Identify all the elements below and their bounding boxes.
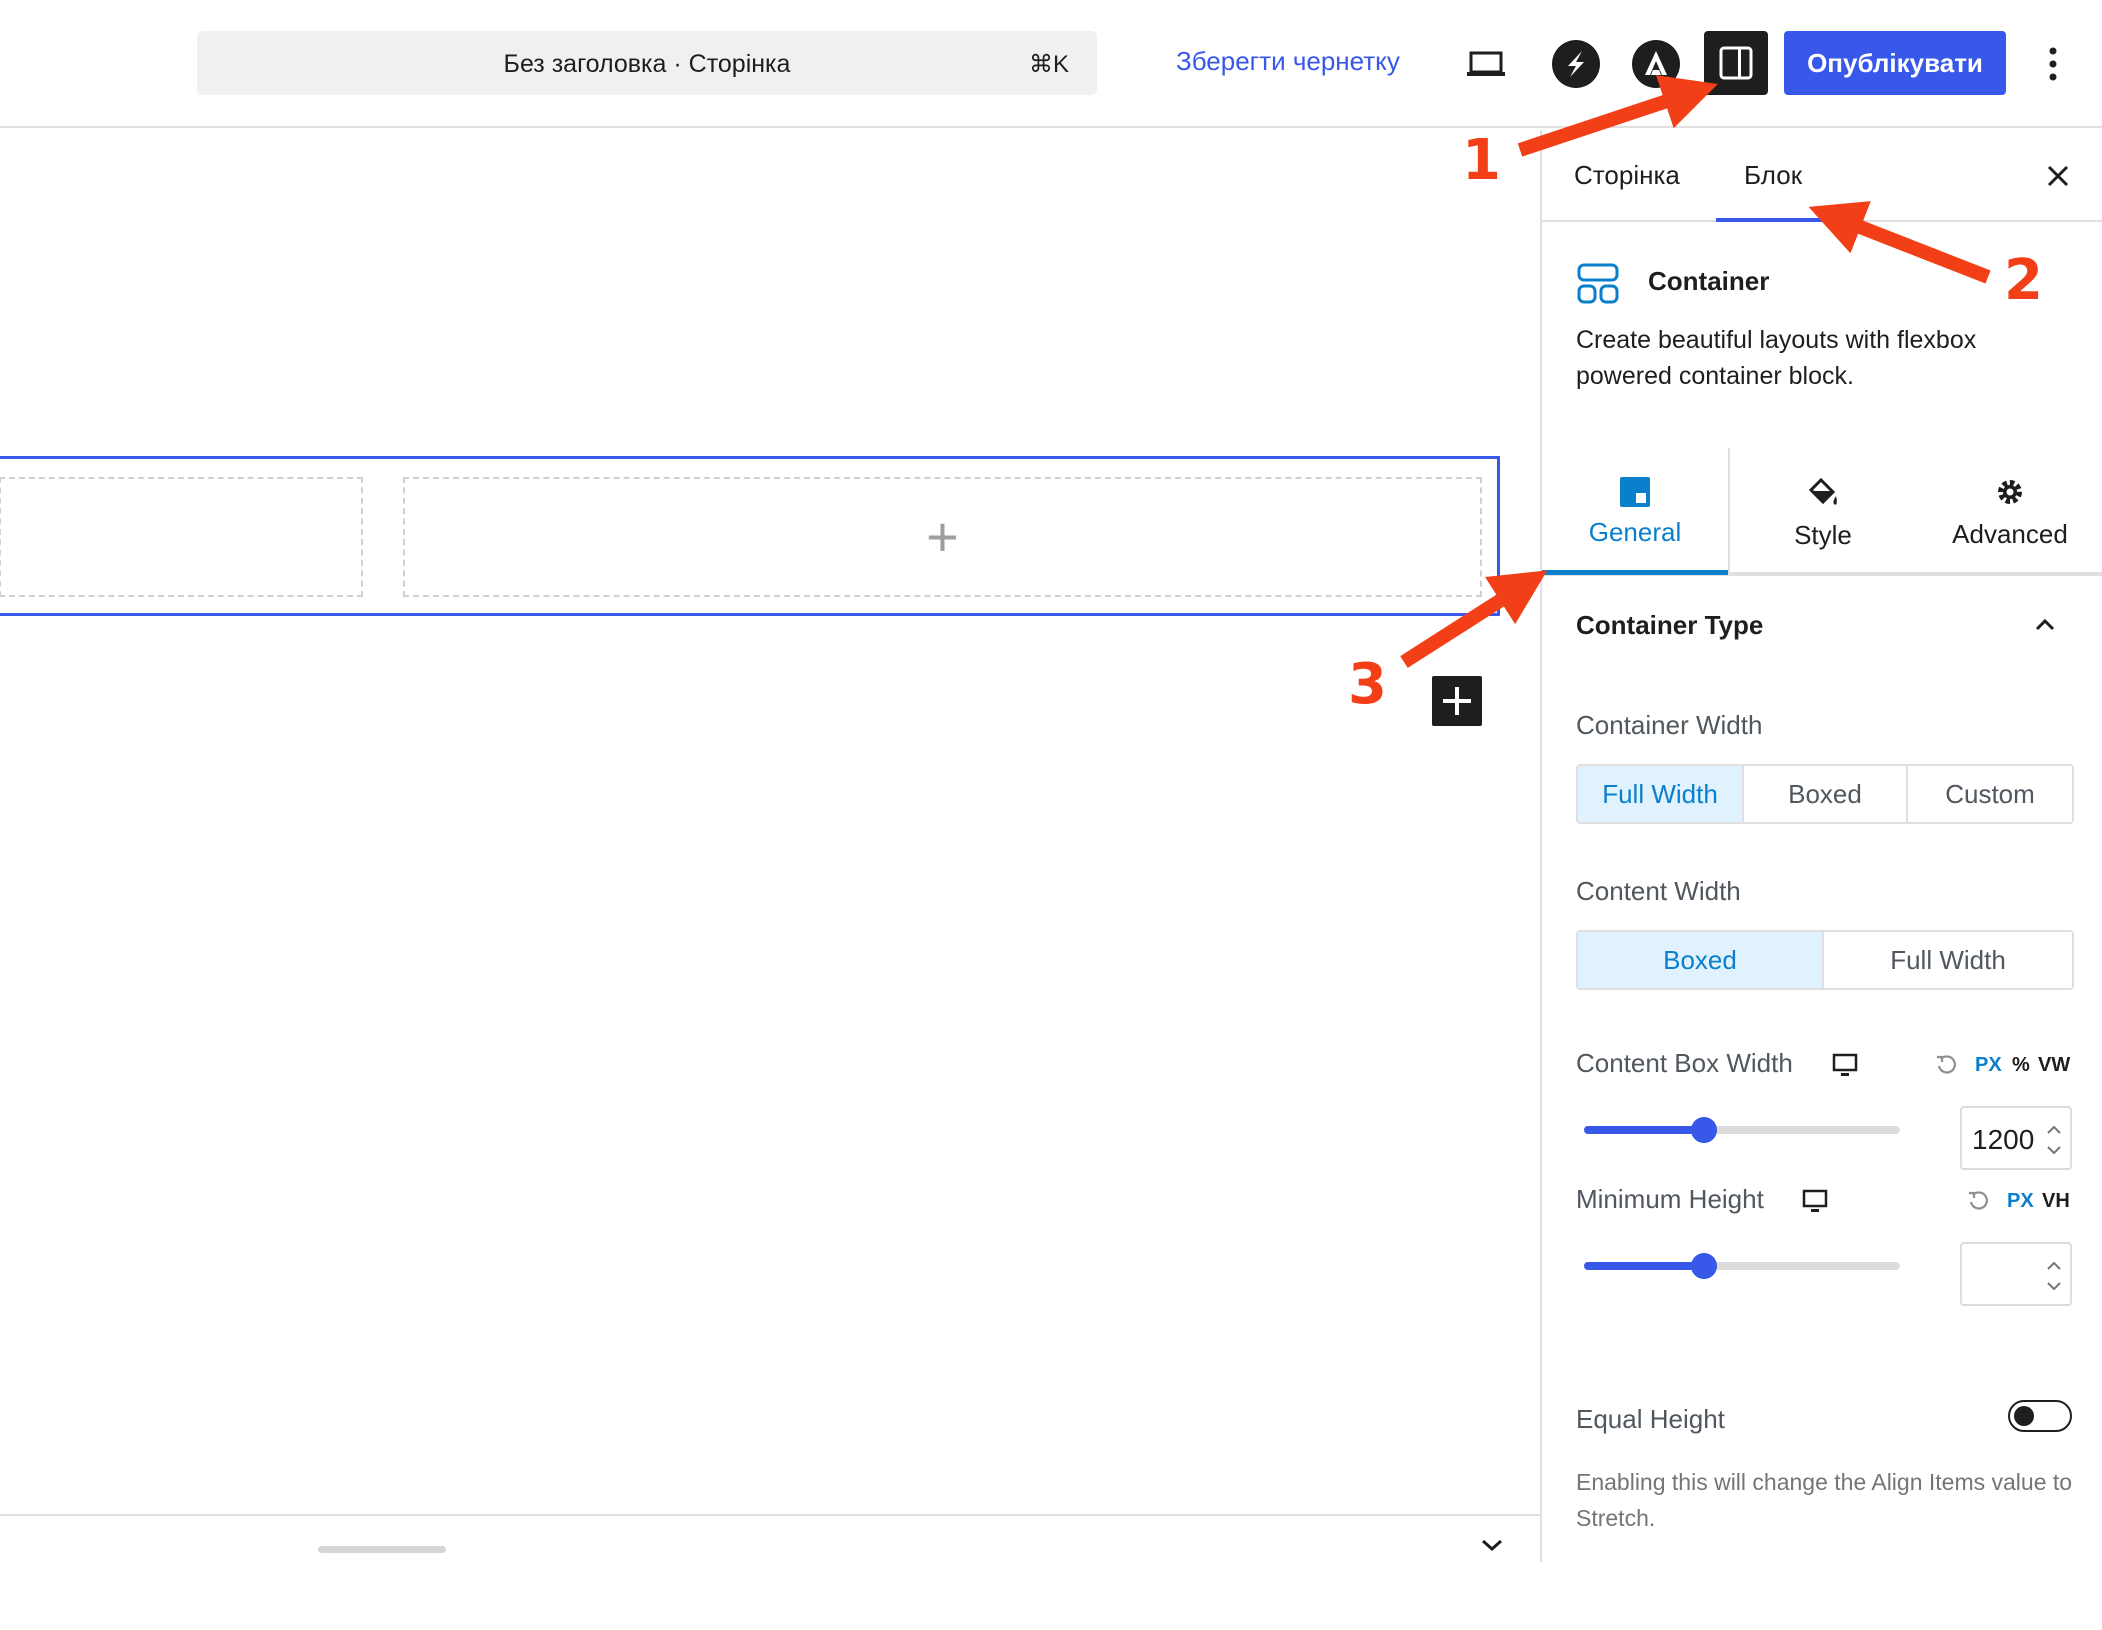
minimum-height-slider[interactable]: [1584, 1253, 1900, 1279]
slider-handle[interactable]: [1691, 1117, 1718, 1143]
inspector-tabs: General Style Advanced: [1542, 448, 2102, 576]
container-block[interactable]: +: [0, 456, 1500, 616]
laptop-preview-icon[interactable]: [1456, 34, 1516, 94]
slider-handle[interactable]: [1691, 1253, 1718, 1279]
unit-percent[interactable]: %: [2012, 1054, 2030, 1077]
editor-footer: [0, 1514, 1540, 1562]
tab-advanced[interactable]: Advanced: [1916, 448, 2102, 576]
block-title: Container: [1648, 266, 1770, 296]
sidebar-tabs: Сторінка Блок: [1542, 130, 2102, 222]
minimum-height-input[interactable]: [1960, 1242, 2072, 1306]
document-title[interactable]: Без заголовка · Сторінка: [197, 50, 1097, 79]
unit-px[interactable]: PX: [2007, 1190, 2034, 1213]
spinner-arrows-icon[interactable]: [2044, 1254, 2064, 1298]
slider-fill: [1584, 1262, 1705, 1270]
general-layout-icon: [1620, 476, 1650, 507]
editor-header: Без заголовка · Сторінка ⌘K Зберегти чер…: [0, 0, 2102, 128]
content-width-full[interactable]: Full Width: [1824, 932, 2072, 988]
content-box-width-label: Content Box Width: [1576, 1048, 1793, 1078]
container-width-group: Full Width Boxed Custom: [1576, 764, 2074, 824]
paint-bucket-icon: [1808, 477, 1837, 505]
resize-handle[interactable]: [318, 1546, 446, 1553]
editor-canvas[interactable]: +: [0, 130, 1540, 1514]
unit-vw[interactable]: VW: [2038, 1054, 2070, 1077]
settings-sidebar: Сторінка Блок Container Create beautiful…: [1540, 130, 2102, 1562]
content-width-boxed[interactable]: Boxed: [1578, 932, 1824, 988]
content-box-width-input[interactable]: 1200: [1960, 1106, 2072, 1170]
close-icon[interactable]: [2042, 160, 2074, 192]
slider-fill: [1584, 1126, 1705, 1134]
content-width-group: Boxed Full Width: [1576, 930, 2074, 990]
annotation-number-2: 2: [2004, 248, 2043, 313]
equal-height-toggle[interactable]: [2008, 1400, 2072, 1432]
gear-icon: [1998, 479, 2022, 504]
block-description: Create beautiful layouts with flexbox po…: [1576, 326, 1977, 390]
annotation-number-3: 3: [1348, 652, 1387, 717]
block-inserter-plus-icon[interactable]: +: [926, 509, 959, 565]
container-width-custom[interactable]: Custom: [1908, 766, 2072, 822]
tab-general[interactable]: General: [1542, 448, 1728, 576]
save-draft-button[interactable]: Зберегти чернетку: [1176, 46, 1400, 77]
desktop-icon[interactable]: [1832, 1052, 1858, 1078]
tab-style[interactable]: Style: [1730, 448, 1916, 576]
equal-height-label: Equal Height: [1576, 1404, 1725, 1434]
container-width-label: Container Width: [1576, 710, 1763, 740]
tab-advanced-label: Advanced: [1952, 518, 2068, 549]
annotation-number-1: 1: [1462, 128, 1501, 193]
toggle-knob: [2014, 1406, 2034, 1426]
content-box-width-value: 1200: [1972, 1124, 2035, 1155]
shortcut-hint: ⌘K: [1028, 51, 1069, 78]
sidebar-toggle-icon[interactable]: [1704, 31, 1768, 95]
unit-vh[interactable]: VH: [2042, 1190, 2070, 1213]
container-width-full[interactable]: Full Width: [1578, 766, 1744, 822]
equal-height-help: Enabling this will change the Align Item…: [1576, 1469, 2073, 1531]
tab-general-label: General: [1588, 516, 1682, 547]
content-box-width-slider[interactable]: [1584, 1117, 1900, 1143]
section-title[interactable]: Container Type: [1576, 610, 1763, 641]
reset-icon[interactable]: [1966, 1188, 1992, 1214]
unit-px[interactable]: PX: [1975, 1054, 2002, 1077]
command-palette-bar[interactable]: Без заголовка · Сторінка ⌘K: [197, 31, 1097, 95]
astra-icon[interactable]: [1626, 34, 1686, 94]
chevron-up-icon[interactable]: [2030, 610, 2060, 640]
content-width-label: Content Width: [1576, 876, 1741, 906]
spectra-icon[interactable]: [1546, 34, 1606, 94]
inspector-active-indicator: [1542, 570, 1728, 575]
reset-icon[interactable]: [1934, 1052, 1960, 1078]
inner-container-left[interactable]: [0, 477, 363, 597]
tab-page[interactable]: Сторінка: [1574, 160, 1680, 191]
tab-block[interactable]: Блок: [1744, 160, 1802, 191]
tab-style-label: Style: [1794, 519, 1852, 550]
container-width-boxed[interactable]: Boxed: [1744, 766, 1908, 822]
more-options-icon[interactable]: [2038, 40, 2068, 88]
container-block-icon: [1576, 262, 1620, 306]
add-block-button[interactable]: [1432, 676, 1482, 726]
minimum-height-label: Minimum Height: [1576, 1184, 1764, 1214]
inner-container-right[interactable]: +: [403, 477, 1482, 597]
spinner-arrows-icon[interactable]: [2044, 1118, 2064, 1162]
publish-button[interactable]: Опублікувати: [1784, 31, 2006, 95]
chevron-down-icon[interactable]: [1480, 1538, 1504, 1557]
desktop-icon[interactable]: [1802, 1188, 1828, 1214]
